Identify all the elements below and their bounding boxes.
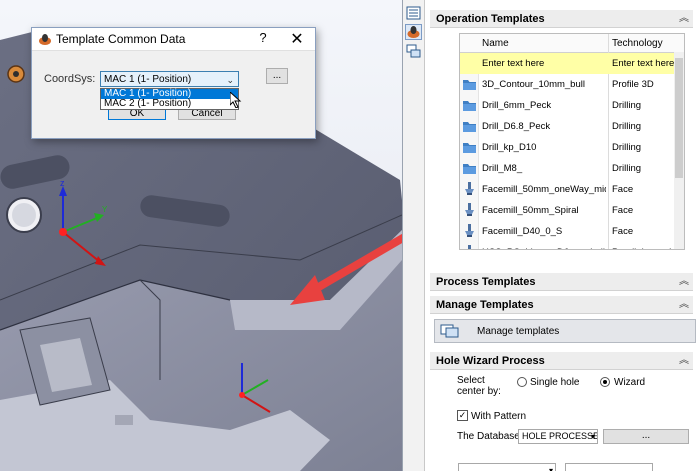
- database-combobox[interactable]: HOLE PROCESSE ▾: [518, 429, 598, 444]
- template-common-data-dialog: Template Common Data ? ✕ CoordSys: MAC 1…: [31, 27, 316, 139]
- technology-cell[interactable]: Face: [612, 205, 682, 216]
- help-button[interactable]: ?: [256, 30, 270, 45]
- manage-templates-button[interactable]: Manage templates: [434, 319, 696, 343]
- coordsys-value: MAC 1 (1- Position): [104, 74, 192, 85]
- technology-cell[interactable]: Parallel cuts: Li: [612, 247, 682, 249]
- technology-cell[interactable]: Drilling: [612, 121, 682, 132]
- operation-templates-title: Operation Templates: [436, 13, 545, 25]
- table-row[interactable]: Facemill_50mm_oneWay_middle Face: [460, 179, 684, 200]
- template-name-cell[interactable]: Facemill_50mm_oneWay_middle: [482, 184, 606, 195]
- table-row[interactable]: Drill_M8_ Drilling: [460, 158, 684, 179]
- table-header: Name Technology: [460, 34, 684, 53]
- folder-icon: [462, 98, 477, 113]
- coordsys-dropdown-list[interactable]: MAC 1 (1- Position) MAC 2 (1- Position): [100, 88, 239, 110]
- coordsys-label: CoordSys:: [44, 73, 96, 85]
- with-pattern-label[interactable]: With Pattern: [471, 411, 526, 422]
- templates-icon: [406, 44, 421, 58]
- select-center-label: Select center by:: [457, 375, 501, 397]
- hole-wizard-title: Hole Wizard Process: [436, 355, 545, 367]
- technology-cell[interactable]: Drilling: [612, 163, 682, 174]
- table-row[interactable]: Drill_D6.8_Peck Drilling: [460, 116, 684, 137]
- chevron-down-icon[interactable]: ▾: [549, 464, 553, 471]
- database-value: HOLE PROCESSE: [522, 431, 598, 441]
- manage-templates-header[interactable]: Manage Templates ︽: [430, 296, 693, 314]
- technology-cell[interactable]: Drilling: [612, 100, 682, 111]
- technology-cell[interactable]: Enter text here: [612, 58, 682, 69]
- table-row[interactable]: HSS_PC_Linear_D6mm_ball Parallel cuts: Li: [460, 242, 684, 249]
- single-hole-label[interactable]: Single hole: [530, 377, 579, 388]
- wizard-radio[interactable]: [600, 377, 610, 387]
- manage-templates-icon: [440, 324, 459, 338]
- hole-wizard-header[interactable]: Hole Wizard Process ︽: [430, 352, 693, 370]
- template-name-cell[interactable]: Drill_kp_D10: [482, 142, 606, 153]
- technology-cell[interactable]: Face: [612, 184, 682, 195]
- table-scrollbar[interactable]: [674, 52, 684, 249]
- template-name-cell[interactable]: HSS_PC_Linear_D6mm_ball: [482, 247, 606, 249]
- manage-templates-label: Manage templates: [477, 326, 560, 337]
- tool-icon: [462, 245, 477, 249]
- process-templates-header[interactable]: Process Templates ︽: [430, 273, 693, 291]
- template-name-cell[interactable]: Facemill_50mm_Spiral: [482, 205, 606, 216]
- single-hole-radio[interactable]: [517, 377, 527, 387]
- tool-icon: [462, 224, 477, 239]
- camworks-tab[interactable]: [405, 24, 422, 40]
- column-header-name[interactable]: Name: [482, 38, 509, 49]
- expand-icon[interactable]: ︽: [679, 273, 689, 291]
- template-name-cell[interactable]: Drill_6mm_Peck: [482, 100, 606, 111]
- template-name-cell[interactable]: Enter text here: [482, 58, 606, 69]
- tool-icon: [462, 203, 477, 218]
- table-row[interactable]: Facemill_D40_0_S Face: [460, 221, 684, 242]
- tool-icon: [462, 182, 477, 197]
- new-template-row[interactable]: Enter text here Enter text here: [460, 53, 684, 74]
- process-templates-title: Process Templates: [436, 276, 536, 288]
- with-pattern-checkbox[interactable]: ✓: [457, 410, 468, 421]
- database-label: The Database:: [457, 431, 523, 442]
- folder-icon: [462, 140, 477, 155]
- collapse-icon[interactable]: ︽: [679, 352, 689, 370]
- collapse-icon[interactable]: ︽: [679, 10, 689, 28]
- side-toolbar: [403, 0, 425, 471]
- wizard-label[interactable]: Wizard: [614, 377, 645, 388]
- dialog-titlebar[interactable]: Template Common Data ? ✕: [32, 28, 315, 51]
- mouse-cursor-icon: [230, 92, 242, 108]
- table-row[interactable]: 3D_Contour_10mm_bull Profile 3D: [460, 74, 684, 95]
- technology-cell[interactable]: Face: [612, 226, 682, 237]
- template-name-cell[interactable]: 3D_Contour_10mm_bull: [482, 79, 606, 90]
- table-row[interactable]: Drill_kp_D10 Drilling: [460, 137, 684, 158]
- bottom-combobox[interactable]: ▾: [458, 463, 556, 471]
- scrollbar-thumb[interactable]: [675, 58, 683, 178]
- table-row[interactable]: Facemill_50mm_Spiral Face: [460, 200, 684, 221]
- camworks-icon: [407, 26, 420, 38]
- folder-icon: [462, 161, 477, 176]
- template-name-cell[interactable]: Drill_M8_: [482, 163, 606, 174]
- template-name-cell[interactable]: Facemill_D40_0_S: [482, 226, 606, 237]
- operation-templates-table[interactable]: Name Technology Enter text here Enter tex…: [459, 33, 685, 250]
- templates-tab[interactable]: [405, 43, 422, 59]
- svg-text:Y: Y: [102, 205, 108, 214]
- technology-cell[interactable]: Profile 3D: [612, 79, 682, 90]
- coordsys-combobox[interactable]: MAC 1 (1- Position) ⌄: [100, 71, 239, 87]
- column-header-technology[interactable]: Technology: [612, 38, 663, 49]
- template-name-cell[interactable]: Drill_D6.8_Peck: [482, 121, 606, 132]
- coordsys-option-2[interactable]: MAC 2 (1- Position): [101, 99, 238, 109]
- dialog-title: Template Common Data: [56, 32, 186, 46]
- database-browse-button[interactable]: ...: [603, 429, 689, 444]
- chevron-down-icon[interactable]: ⌄: [226, 72, 234, 88]
- technology-cell[interactable]: Drilling: [612, 142, 682, 153]
- folder-icon: [462, 77, 477, 92]
- list-icon: [406, 6, 421, 20]
- table-row[interactable]: Drill_6mm_Peck Drilling: [460, 95, 684, 116]
- operation-templates-header[interactable]: Operation Templates ︽: [430, 10, 693, 28]
- close-button[interactable]: ✕: [288, 29, 306, 49]
- app-logo-icon: [39, 34, 51, 45]
- bottom-field[interactable]: [565, 463, 653, 471]
- feature-tree-tab[interactable]: [405, 5, 422, 21]
- folder-icon: [462, 119, 477, 134]
- chevron-down-icon[interactable]: ▾: [591, 430, 595, 443]
- collapse-icon[interactable]: ︽: [679, 296, 689, 314]
- svg-text:z: z: [60, 178, 65, 188]
- templates-panel: Operation Templates ︽ Name Technology En…: [425, 0, 700, 471]
- manage-templates-title: Manage Templates: [436, 299, 534, 311]
- browse-button[interactable]: ...: [266, 68, 288, 84]
